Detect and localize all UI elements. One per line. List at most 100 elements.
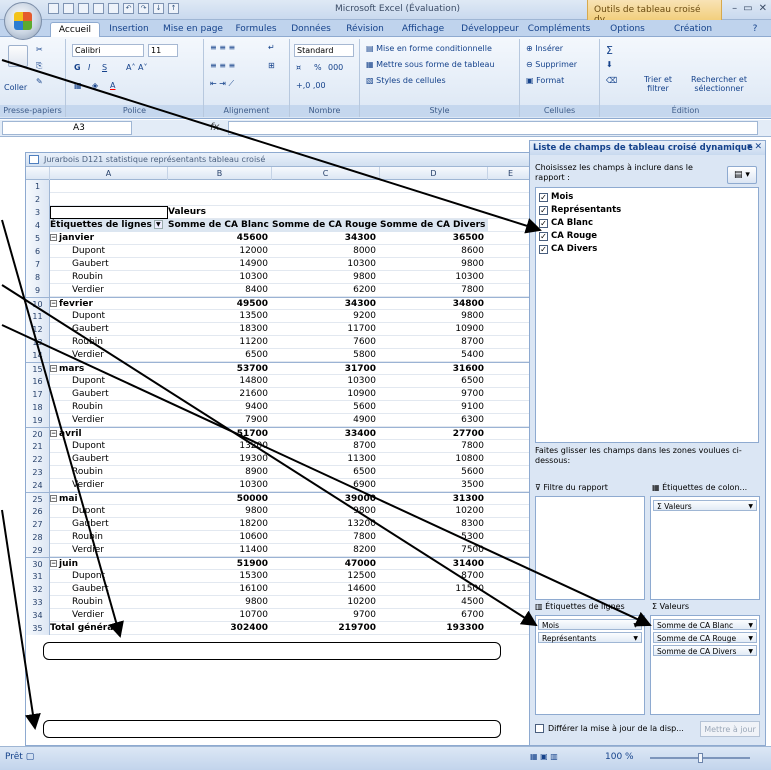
value-cell[interactable]: 7500 (380, 544, 488, 557)
filter-dropdown-icon[interactable]: ▼ (153, 220, 163, 229)
rep-label-cell[interactable]: Verdier (50, 284, 168, 297)
field-ca-rouge[interactable]: ✓ CA Rouge (539, 230, 597, 242)
checkbox-icon[interactable]: ✓ (539, 218, 548, 228)
values-zone[interactable]: Somme de CA Blanc ▼ Somme de CA Rouge ▼ So… (650, 615, 760, 715)
collapse-icon[interactable]: − (50, 300, 57, 307)
value-cell[interactable]: 6500 (380, 375, 488, 388)
wrap-text-icon[interactable]: ↵ (268, 43, 275, 52)
value-cell[interactable]: 12000 (168, 245, 272, 258)
rep-label-cell[interactable]: Gaubert (50, 388, 168, 401)
field-mois[interactable]: ✓ Mois (539, 191, 573, 203)
rep-label-cell[interactable]: Gaubert (50, 583, 168, 596)
rep-label-cell[interactable]: Gaubert (50, 258, 168, 271)
row-header[interactable]: 21 (26, 440, 50, 453)
delete-button[interactable]: ⊖ Supprimer (526, 60, 577, 69)
pane-close-icon[interactable]: ▾ ✕ (747, 142, 762, 152)
value-cell[interactable]: 16100 (168, 583, 272, 596)
paste-icon[interactable] (8, 45, 28, 67)
collapse-icon[interactable]: − (50, 430, 57, 437)
help-icon[interactable]: ? (748, 22, 762, 37)
view-normal-icon[interactable]: ▦ ▣ ▥ (530, 752, 558, 761)
value-cell[interactable]: 10600 (168, 531, 272, 544)
rep-label-cell[interactable]: Dupont (50, 505, 168, 518)
tab-creation[interactable]: Création (668, 22, 718, 37)
font-color-icon[interactable]: A (110, 81, 115, 90)
value-cell[interactable]: 13200 (168, 440, 272, 453)
row-header[interactable]: 11 (26, 310, 50, 323)
value-cell[interactable]: 36500 (380, 232, 488, 245)
value-cell[interactable]: 8900 (168, 466, 272, 479)
row-item-representants[interactable]: Représentants ▼ (538, 632, 642, 643)
value-item-ca-blanc[interactable]: Somme de CA Blanc ▼ (653, 619, 757, 630)
zoom-slider[interactable] (650, 753, 750, 763)
value-cell[interactable]: 9800 (272, 505, 380, 518)
value-cell[interactable]: 13200 (272, 518, 380, 531)
row-header[interactable]: 13 (26, 336, 50, 349)
row-header[interactable]: 27 (26, 518, 50, 531)
redo-icon[interactable]: ↷ (138, 3, 149, 14)
row-header[interactable]: 5 (26, 232, 50, 245)
value-header-cell[interactable]: Somme de CA Blanc (168, 219, 272, 232)
value-cell[interactable]: 14900 (168, 258, 272, 271)
sort-asc-icon[interactable]: ↓ (153, 3, 164, 14)
select-all-corner[interactable] (26, 167, 50, 180)
bold-button[interactable]: G (74, 63, 81, 72)
update-button[interactable]: Mettre à jour (700, 721, 760, 737)
cut-icon[interactable]: ✂ (36, 45, 43, 54)
value-cell[interactable]: 10300 (272, 258, 380, 271)
month-label-cell[interactable]: − janvier (50, 232, 168, 245)
column-header-d[interactable]: D (380, 167, 488, 180)
value-cell[interactable]: 8700 (380, 570, 488, 583)
value-cell[interactable]: 8700 (272, 440, 380, 453)
value-cell[interactable]: 9700 (380, 388, 488, 401)
value-cell[interactable]: 5800 (272, 349, 380, 362)
rep-label-cell[interactable]: Dupont (50, 570, 168, 583)
tab-complements[interactable]: Compléments (525, 22, 593, 37)
value-cell[interactable]: 9800 (380, 258, 488, 271)
value-cell[interactable]: 8200 (272, 544, 380, 557)
number-format-combo[interactable]: Standard (294, 44, 354, 57)
value-cell[interactable]: 18200 (168, 518, 272, 531)
tab-formules[interactable]: Formules (230, 22, 282, 37)
borders-icon[interactable]: ▦ (74, 81, 82, 90)
rep-label-cell[interactable]: Roubin (50, 466, 168, 479)
value-cell[interactable]: 9200 (272, 310, 380, 323)
formula-input[interactable] (228, 121, 758, 135)
value-cell[interactable]: 3500 (380, 479, 488, 492)
italic-button[interactable]: I (88, 63, 90, 72)
value-cell[interactable]: 7800 (380, 440, 488, 453)
value-cell[interactable]: 45600 (168, 232, 272, 245)
value-cell[interactable]: 11300 (272, 453, 380, 466)
values-header-cell[interactable]: Valeurs (168, 206, 272, 219)
conditional-format-button[interactable]: ▤ Mise en forme conditionnelle (366, 44, 492, 53)
value-cell[interactable]: 6300 (380, 414, 488, 427)
value-item-ca-divers[interactable]: Somme de CA Divers ▼ (653, 645, 757, 656)
row-header[interactable]: 16 (26, 375, 50, 388)
value-item-ca-rouge[interactable]: Somme de CA Rouge ▼ (653, 632, 757, 643)
value-cell[interactable]: 10300 (380, 271, 488, 284)
zoom-knob[interactable] (698, 753, 703, 763)
row-header[interactable]: 34 (26, 609, 50, 622)
row-header[interactable]: 8 (26, 271, 50, 284)
table-cell[interactable] (50, 206, 168, 219)
value-cell[interactable]: 9800 (272, 271, 380, 284)
rep-label-cell[interactable]: Verdier (50, 414, 168, 427)
name-box[interactable]: A3 (2, 121, 132, 135)
value-cell[interactable]: 193300 (380, 622, 488, 635)
collapse-icon[interactable]: − (50, 365, 57, 372)
row-header[interactable]: 32 (26, 583, 50, 596)
row-header[interactable]: 14 (26, 349, 50, 362)
tab-developpeur[interactable]: Développeur (455, 22, 525, 37)
value-cell[interactable]: 6500 (272, 466, 380, 479)
indent-icon[interactable]: ⇤ ⇥ ⟋ (210, 79, 234, 89)
value-cell[interactable]: 5600 (380, 466, 488, 479)
row-header[interactable]: 12 (26, 323, 50, 336)
row-labels-header[interactable]: Étiquettes de lignes ▼ (50, 219, 168, 232)
value-header-cell[interactable]: Somme de CA Divers (380, 219, 488, 232)
value-cell[interactable]: 7800 (380, 284, 488, 297)
value-cell[interactable]: 5300 (380, 531, 488, 544)
value-cell[interactable]: 4500 (380, 596, 488, 609)
tab-donnees[interactable]: Données (286, 22, 336, 37)
checkbox-icon[interactable]: ✓ (539, 231, 548, 241)
field-ca-divers[interactable]: ✓ CA Divers (539, 243, 597, 255)
